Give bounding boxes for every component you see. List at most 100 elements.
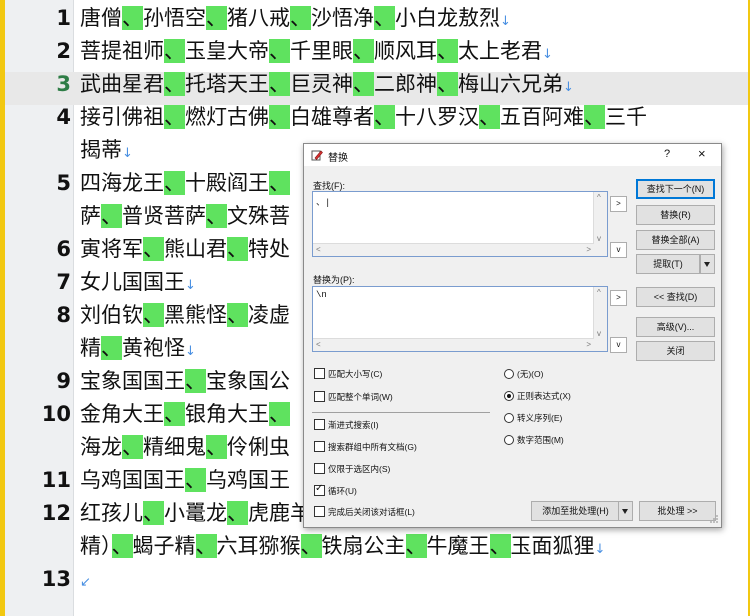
code-text: 精细鬼 <box>143 435 206 459</box>
scroll-up-icon[interactable]: ^ <box>597 193 601 202</box>
code-text: 千里眼 <box>290 39 353 63</box>
replace-input-vscroll[interactable]: ^ v <box>593 287 607 351</box>
search-match-highlight: 、 <box>143 237 164 261</box>
find-history-button[interactable]: v <box>610 242 627 258</box>
search-match-highlight: 、 <box>269 72 290 96</box>
extract-button[interactable]: 提取(T) <box>636 254 700 274</box>
replace-input-hscroll[interactable]: < > <box>313 338 594 351</box>
line-number: 9 <box>56 369 71 393</box>
mode-range-radio[interactable] <box>504 435 514 445</box>
extract-dropdown[interactable] <box>700 254 715 274</box>
line-number: 1 <box>56 6 71 30</box>
code-text: 十殿阎王 <box>185 171 269 195</box>
code-text: 唐僧 <box>80 6 122 30</box>
mode-none-radio[interactable] <box>504 369 514 379</box>
scroll-left-icon[interactable]: < <box>316 340 321 349</box>
close-icon[interactable]: × <box>698 146 706 161</box>
scroll-right-icon[interactable]: > <box>586 245 591 254</box>
find-input-hscroll[interactable]: < > <box>313 243 594 256</box>
close-button[interactable]: 关闭 <box>636 341 715 361</box>
code-text: 普贤菩萨 <box>122 204 206 228</box>
find-input[interactable]: 、| ^ v < > <box>312 191 608 257</box>
search-match-highlight: 、 <box>101 204 122 228</box>
scroll-up-icon[interactable]: ^ <box>597 288 601 297</box>
line-number: 11 <box>41 468 71 492</box>
replace-history-button[interactable]: v <box>610 337 627 353</box>
close-after-checkbox[interactable] <box>314 506 325 517</box>
code-line[interactable]: ↙ <box>80 563 91 596</box>
code-text: 铁扇公主 <box>321 534 406 558</box>
code-line[interactable]: 海龙、精细鬼、伶俐虫 <box>80 431 290 464</box>
replace-button[interactable]: 替换(R) <box>636 205 715 225</box>
add-to-batch-dropdown[interactable] <box>618 501 633 521</box>
code-line[interactable]: 精、黄袍怪↓ <box>80 332 196 365</box>
code-text: 牛魔王 <box>426 534 490 558</box>
find-special-chars-button[interactable]: > <box>610 196 627 212</box>
search-match-highlight: 、 <box>479 105 500 129</box>
code-text: 蝎子精 <box>132 534 196 558</box>
resize-grip-icon[interactable] <box>707 512 719 524</box>
match-case-label: 匹配大小写(C) <box>328 369 383 379</box>
code-line[interactable]: 武曲星君、托塔天王、巨灵神、二郎神、梅山六兄弟↓ <box>80 68 574 101</box>
scroll-right-icon[interactable]: > <box>586 340 591 349</box>
line-number: 10 <box>41 402 71 426</box>
code-text: 宝象国国王 <box>80 369 185 393</box>
replace-input[interactable]: \n ^ v < > <box>312 286 608 352</box>
pencil-icon <box>311 150 323 161</box>
whole-word-checkbox[interactable] <box>314 391 325 402</box>
code-line[interactable]: 宝象国国王、宝象国公 <box>80 365 290 398</box>
code-line[interactable]: 萨、普贤菩萨、文殊菩 <box>80 200 290 233</box>
code-line[interactable]: 寅将军、熊山君、特处 <box>80 233 290 266</box>
find-input-vscroll[interactable]: ^ v <box>593 192 607 256</box>
scroll-left-icon[interactable]: < <box>316 245 321 254</box>
code-line[interactable]: 揭蒂↓ <box>80 134 133 167</box>
find-previous-button[interactable]: << 查找(D) <box>636 287 715 307</box>
code-line[interactable]: 四海龙王、十殿阎王、 <box>80 167 290 200</box>
search-match-highlight: 、 <box>164 72 185 96</box>
replace-special-chars-button[interactable]: > <box>610 290 627 306</box>
advanced-button[interactable]: 高级(V)... <box>636 317 715 337</box>
help-button[interactable]: ? <box>664 148 670 160</box>
find-input-value: 、| <box>316 198 331 208</box>
code-text: 文殊菩 <box>227 204 290 228</box>
code-line[interactable]: 接引佛祖、燃灯古佛、白雄尊者、十八罗汉、五百阿难、三千 <box>80 101 647 134</box>
code-line[interactable]: 唐僧、孙悟空、猪八戒、沙悟净、小白龙敖烈↓ <box>80 2 511 35</box>
add-to-batch-button[interactable]: 添加至批处理(H) <box>531 501 620 521</box>
search-match-highlight: 、 <box>164 171 185 195</box>
scroll-down-icon[interactable]: v <box>597 234 601 243</box>
code-text: 沙悟净 <box>311 6 374 30</box>
match-case-checkbox[interactable] <box>314 368 325 379</box>
search-match-highlight: 、 <box>405 534 427 558</box>
dialog-titlebar[interactable]: 替换 ? × <box>304 144 721 166</box>
search-match-highlight: 、 <box>374 105 395 129</box>
code-line[interactable]: 刘伯钦、黑熊怪、凌虚 <box>80 299 290 332</box>
batch-button[interactable]: 批处理 >> <box>639 501 716 521</box>
search-all-docs-checkbox[interactable] <box>314 441 325 452</box>
code-line[interactable]: 精）、蝎子精、六耳猕猴、铁扇公主、牛魔王、玉面狐狸↓ <box>80 530 605 563</box>
replace-all-button[interactable]: 替换全部(A) <box>636 230 715 250</box>
code-text: 顺风耳 <box>374 39 437 63</box>
search-match-highlight: 、 <box>269 39 290 63</box>
code-line[interactable]: 金角大王、银角大王、 <box>80 398 290 431</box>
find-next-button[interactable]: 查找下一个(N) <box>636 179 715 199</box>
code-line[interactable]: 菩提祖师、玉皇大帝、千里眼、顺风耳、太上老君↓ <box>80 35 553 68</box>
code-text: 猪八戒 <box>227 6 290 30</box>
incremental-search-checkbox[interactable] <box>314 419 325 430</box>
loop-checkbox[interactable] <box>314 483 325 496</box>
line-end-icon: ↓ <box>185 278 196 293</box>
line-number: 12 <box>41 501 71 525</box>
selection-only-checkbox[interactable] <box>314 463 325 474</box>
code-text: 海龙 <box>80 435 122 459</box>
code-line[interactable]: 乌鸡国国王、乌鸡国王 <box>80 464 290 497</box>
search-match-highlight: 、 <box>206 6 227 30</box>
search-match-highlight: 、 <box>164 402 185 426</box>
scroll-down-icon[interactable]: v <box>597 329 601 338</box>
search-match-highlight: 、 <box>269 402 290 426</box>
code-text: 熊山君 <box>164 237 227 261</box>
mode-range-label: 数字范围(M) <box>517 435 564 445</box>
search-match-highlight: 、 <box>374 6 395 30</box>
mode-regex-radio[interactable] <box>504 391 514 401</box>
mode-escape-radio[interactable] <box>504 413 514 423</box>
code-text: 乌鸡国国王 <box>80 468 185 492</box>
code-line[interactable]: 女儿国国王↓ <box>80 266 196 299</box>
